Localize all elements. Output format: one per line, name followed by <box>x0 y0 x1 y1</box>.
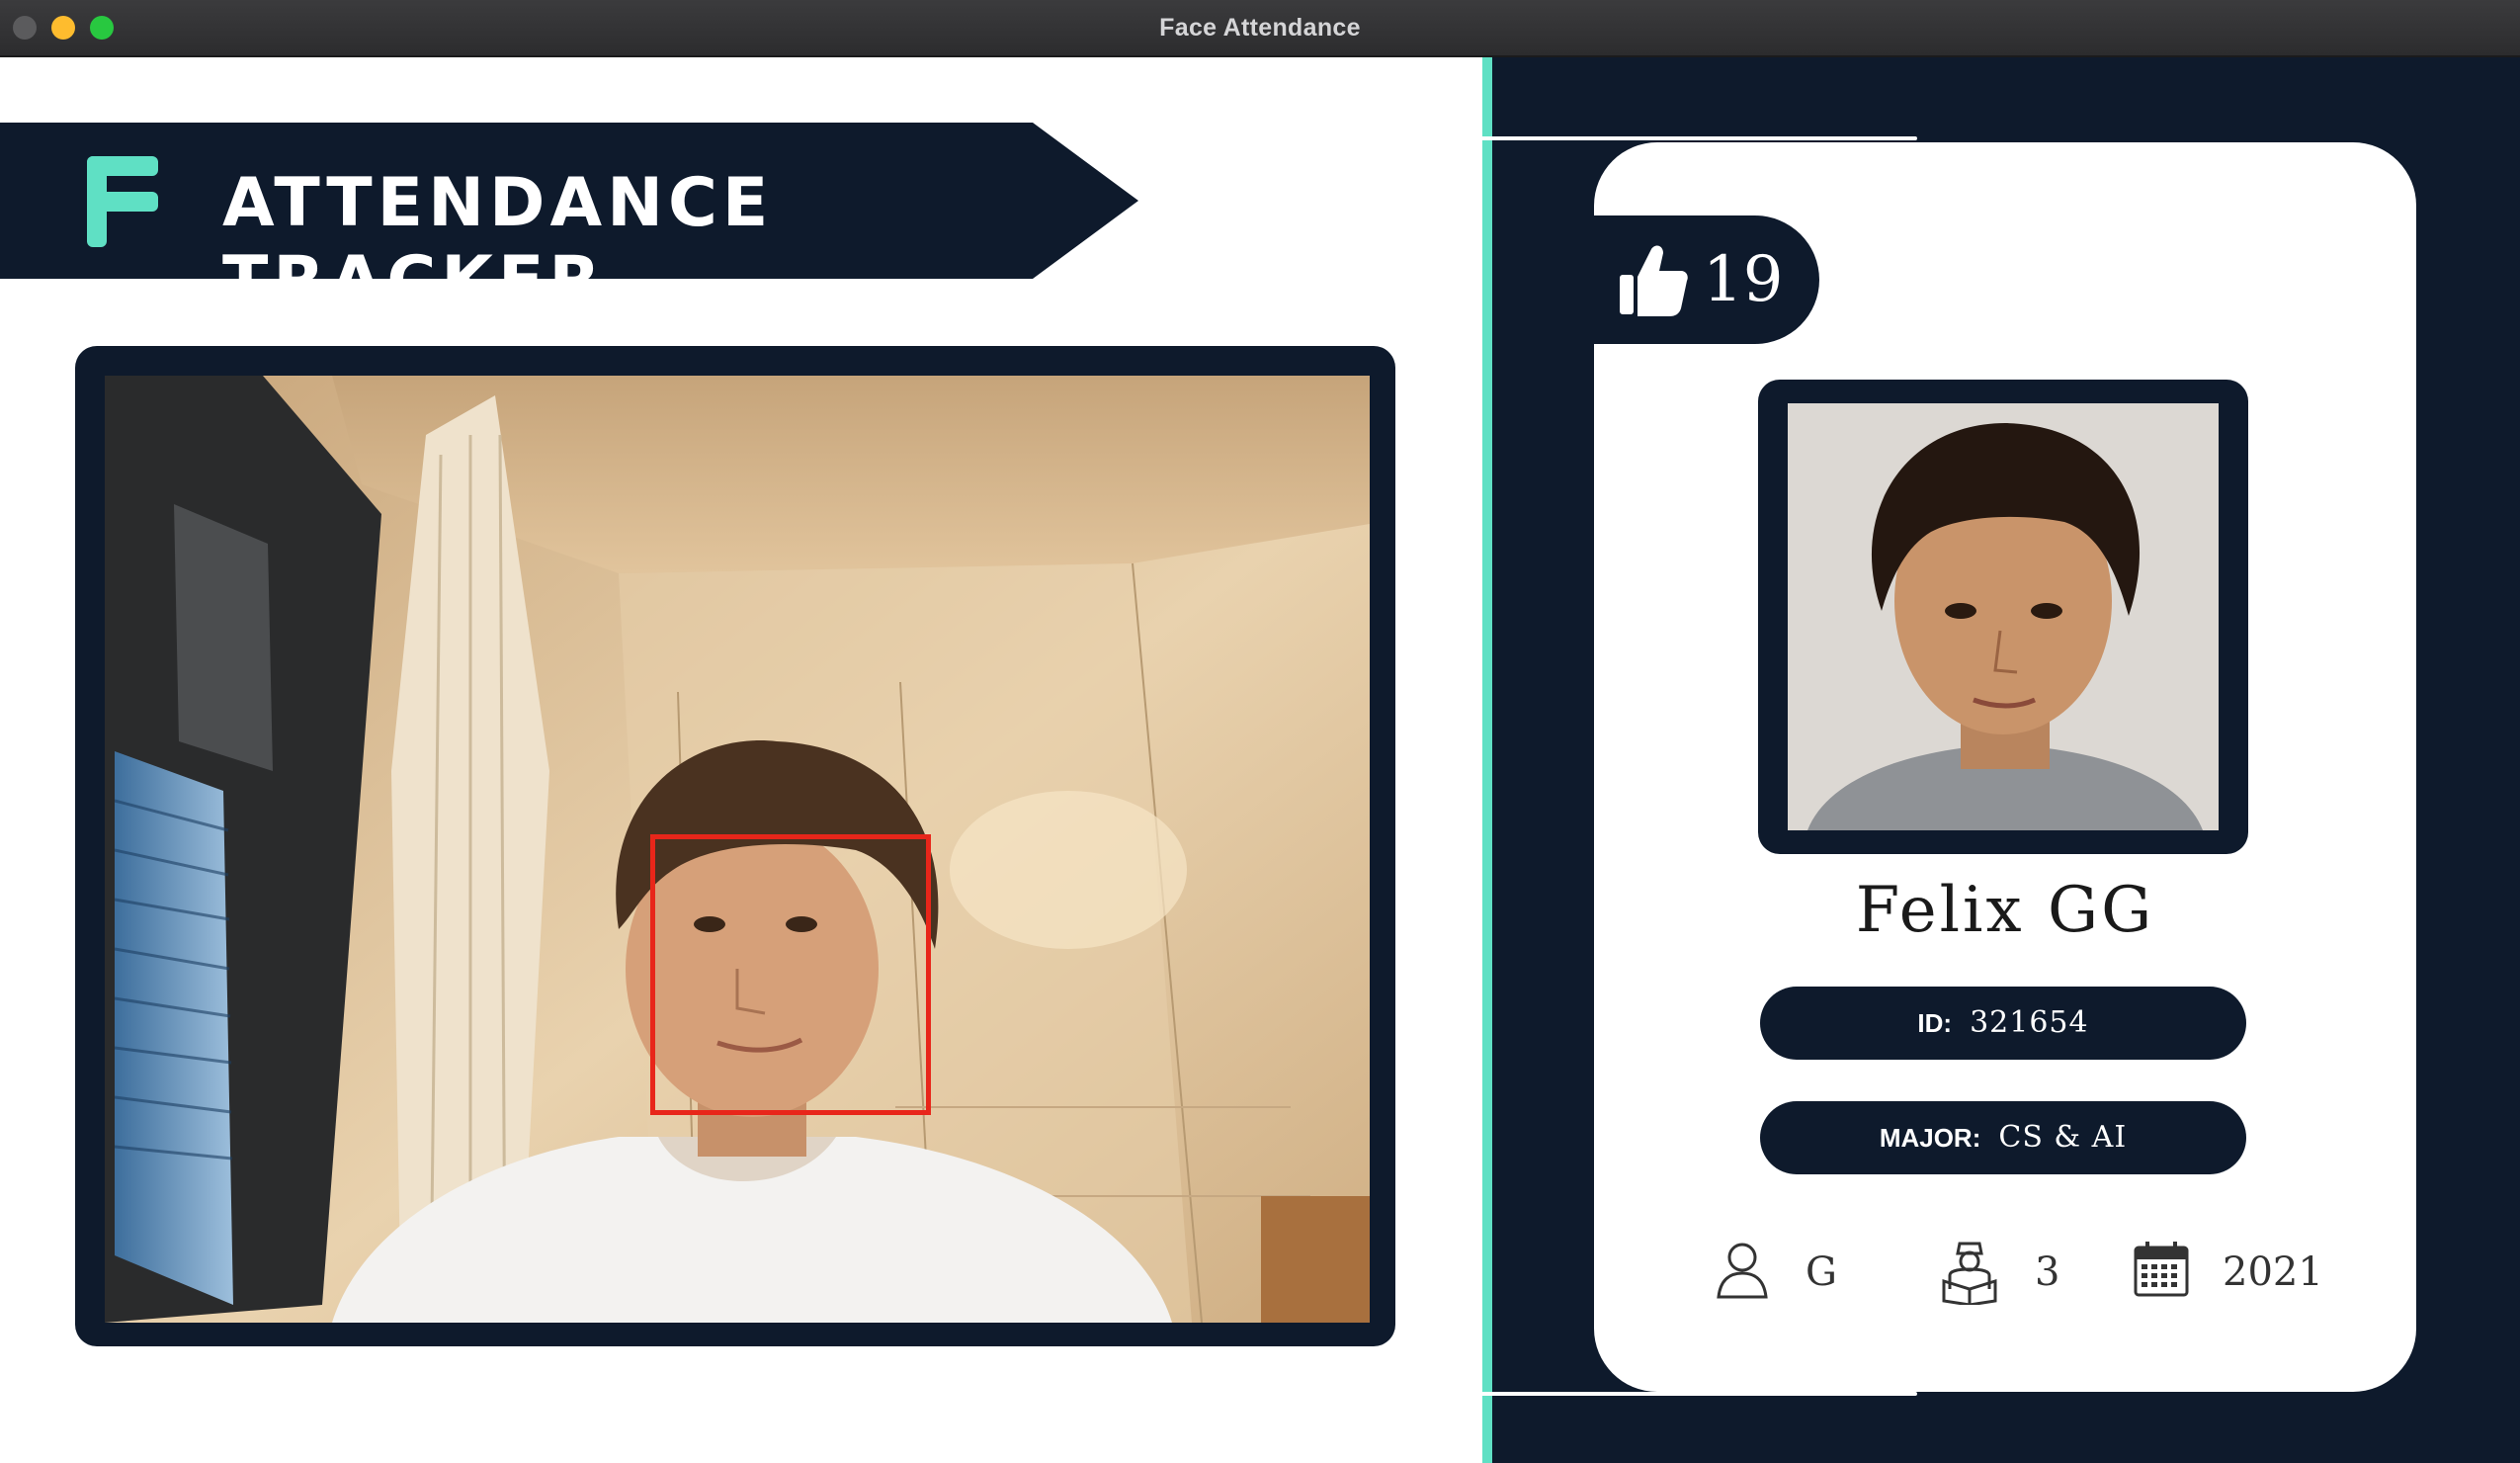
camera-feed <box>105 376 1370 1323</box>
window-title: Face Attendance <box>1159 14 1361 42</box>
student-name: Felix GG <box>1855 874 2155 947</box>
year-value: 3 <box>2035 1249 2060 1295</box>
header-banner: ATTENDANCE TRACKER <box>0 123 1141 320</box>
student-info-panel: 19 Felix GG ID: 321654 MAJOR: CS & AI G … <box>1492 57 2520 1463</box>
student-photo-frame <box>1758 380 2248 854</box>
student-photo <box>1788 403 2219 830</box>
student-reading-icon <box>1942 1242 1997 1305</box>
attendance-count-badge: 19 <box>1594 215 1819 344</box>
camera-panel: ATTENDANCE TRACKER <box>0 57 1482 1463</box>
window-titlebar: Face Attendance <box>0 0 2520 57</box>
user-icon <box>1717 1243 1768 1299</box>
major-value: CS & AI <box>1998 1120 2128 1155</box>
attendance-count: 19 <box>1703 243 1784 316</box>
standing-value: G <box>1806 1249 1837 1295</box>
student-portrait <box>1788 403 2219 830</box>
face-bounding-box <box>650 834 931 1115</box>
calendar-icon <box>2134 1242 2189 1297</box>
student-major-field: MAJOR: CS & AI <box>1760 1101 2246 1174</box>
thumbs-up-icon <box>1620 245 1688 316</box>
app-title: ATTENDANCE TRACKER <box>222 164 774 320</box>
card-top-edge <box>1107 136 1917 140</box>
panel-divider <box>1482 57 1492 1463</box>
camera-frame <box>75 346 1395 1346</box>
id-value: 321654 <box>1970 1005 2089 1040</box>
student-card: 19 Felix GG ID: 321654 MAJOR: CS & AI G … <box>1594 142 2416 1392</box>
id-label: ID: <box>1917 1008 1953 1038</box>
f-logo-icon <box>87 156 158 247</box>
card-bottom-edge <box>1107 1392 1917 1396</box>
major-label: MAJOR: <box>1879 1123 1981 1153</box>
starting-year-value: 2021 <box>2223 1249 2323 1295</box>
student-id-field: ID: 321654 <box>1760 987 2246 1060</box>
